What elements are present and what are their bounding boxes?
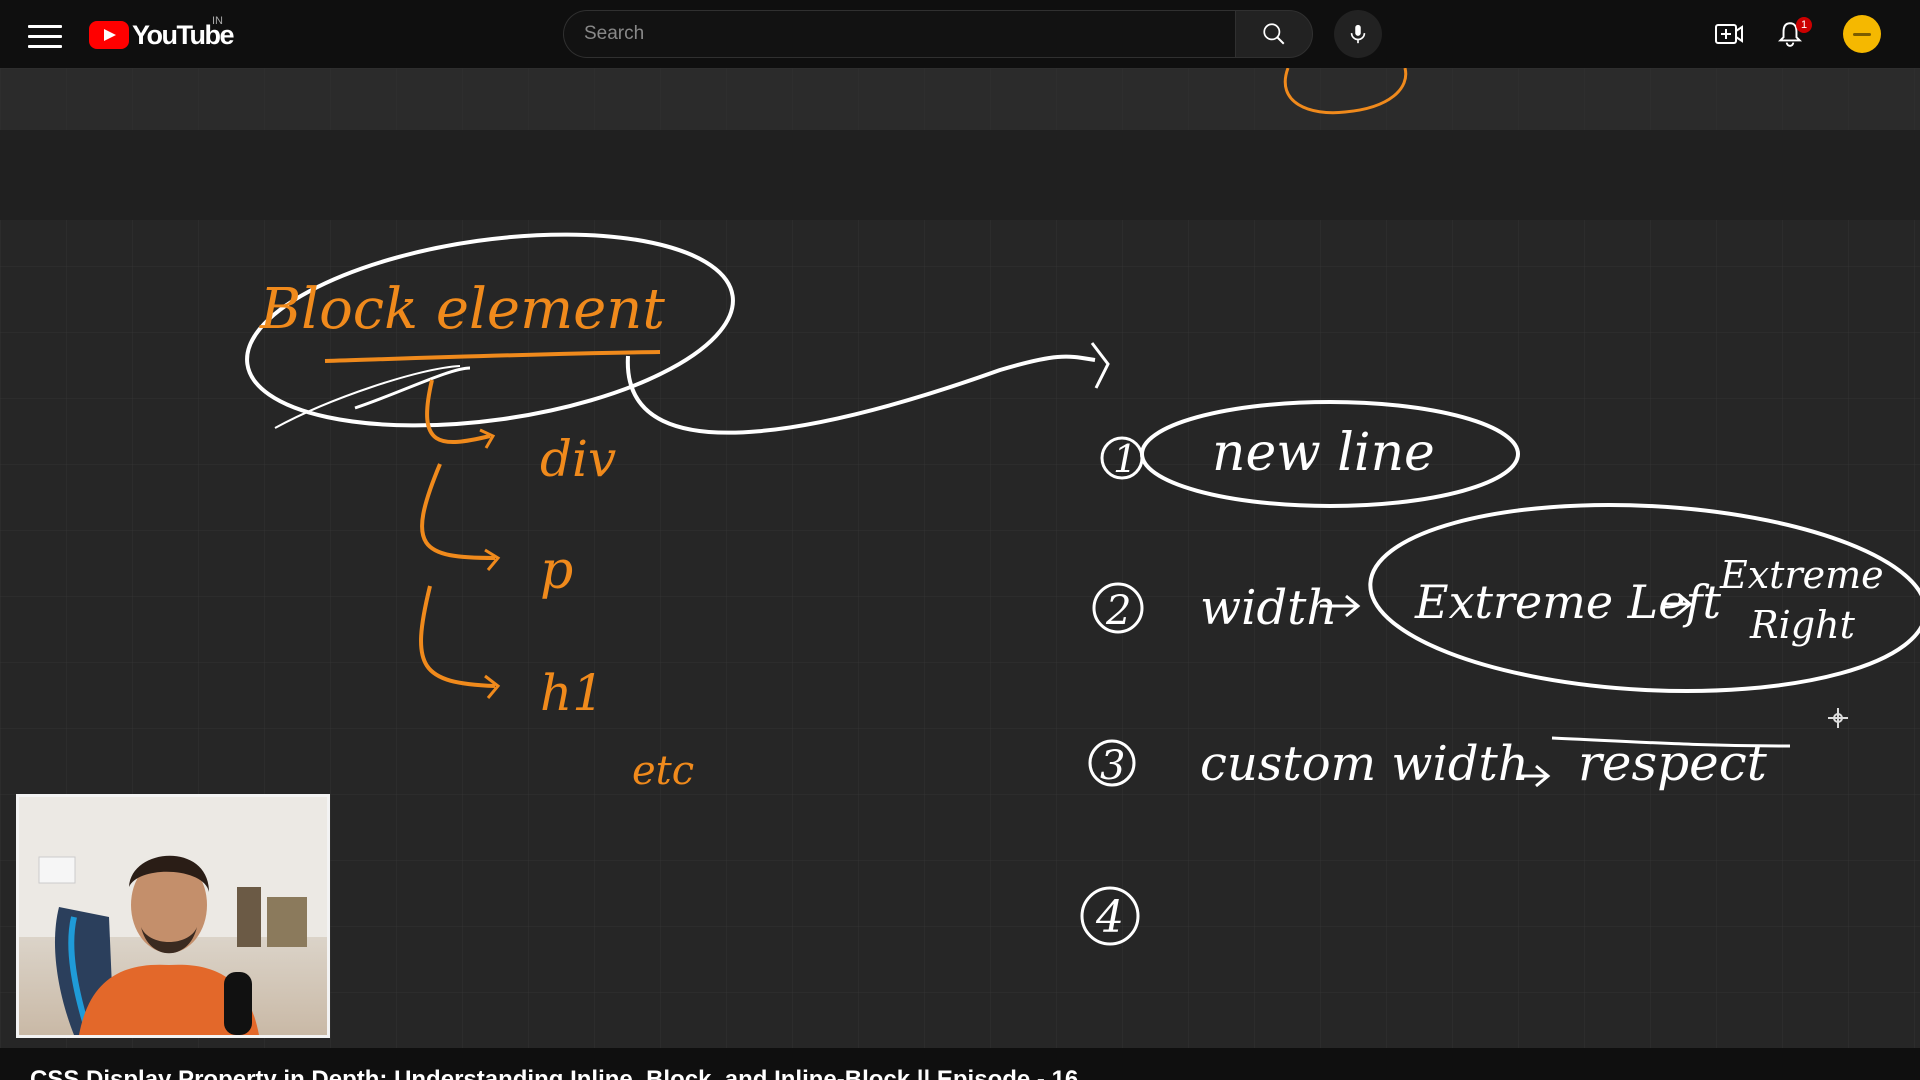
- point-2-extreme-right-1: Extreme: [1719, 553, 1884, 597]
- example-etc: etc: [632, 748, 694, 794]
- notification-badge: 1: [1796, 17, 1812, 33]
- point-3-text: custom width: [1200, 736, 1529, 792]
- search-bar: [563, 10, 1313, 58]
- create-button[interactable]: [1710, 16, 1748, 52]
- webcam-overlay: [16, 794, 330, 1038]
- country-code: IN: [212, 15, 223, 27]
- point-2-extreme-left: Extreme Left: [1414, 575, 1721, 629]
- cursor-crosshair-icon: [1828, 708, 1848, 728]
- point-4-number: 4: [1095, 892, 1124, 943]
- search-button[interactable]: [1235, 10, 1313, 58]
- video-title[interactable]: CSS Display Property in Depth: Understan…: [30, 1066, 1078, 1080]
- point-2-text: width: [1200, 580, 1337, 636]
- point-1-text: new line: [1212, 423, 1435, 483]
- point-3-detail: respect: [1578, 734, 1768, 792]
- video-title-bar: CSS Display Property in Depth: Understan…: [0, 1048, 1920, 1080]
- example-p: p: [540, 541, 573, 601]
- point-2-number: 2: [1105, 588, 1131, 634]
- point-3-number: 3: [1100, 743, 1125, 789]
- notifications-button[interactable]: 1: [1770, 15, 1812, 53]
- point-2-extreme-right-2: Right: [1749, 603, 1856, 647]
- point-1-number: 1: [1113, 437, 1137, 481]
- example-h1: h1: [540, 664, 604, 722]
- mic-icon: [1350, 24, 1366, 44]
- menu-icon[interactable]: [28, 20, 62, 50]
- voice-search-button[interactable]: [1334, 10, 1382, 58]
- avatar-logo-icon: [1853, 32, 1871, 36]
- create-video-icon: [1715, 24, 1743, 44]
- whiteboard-heading: Block element: [259, 277, 665, 342]
- video-player[interactable]: Block element div p h1 etc 1 new line 2 …: [0, 68, 1920, 1048]
- top-bar: YouTube IN 1: [0, 0, 1920, 68]
- search-icon: [1263, 23, 1285, 45]
- search-input[interactable]: [563, 10, 1235, 58]
- youtube-logo-icon: [89, 21, 129, 49]
- avatar[interactable]: [1843, 15, 1881, 53]
- example-div: div: [540, 430, 616, 488]
